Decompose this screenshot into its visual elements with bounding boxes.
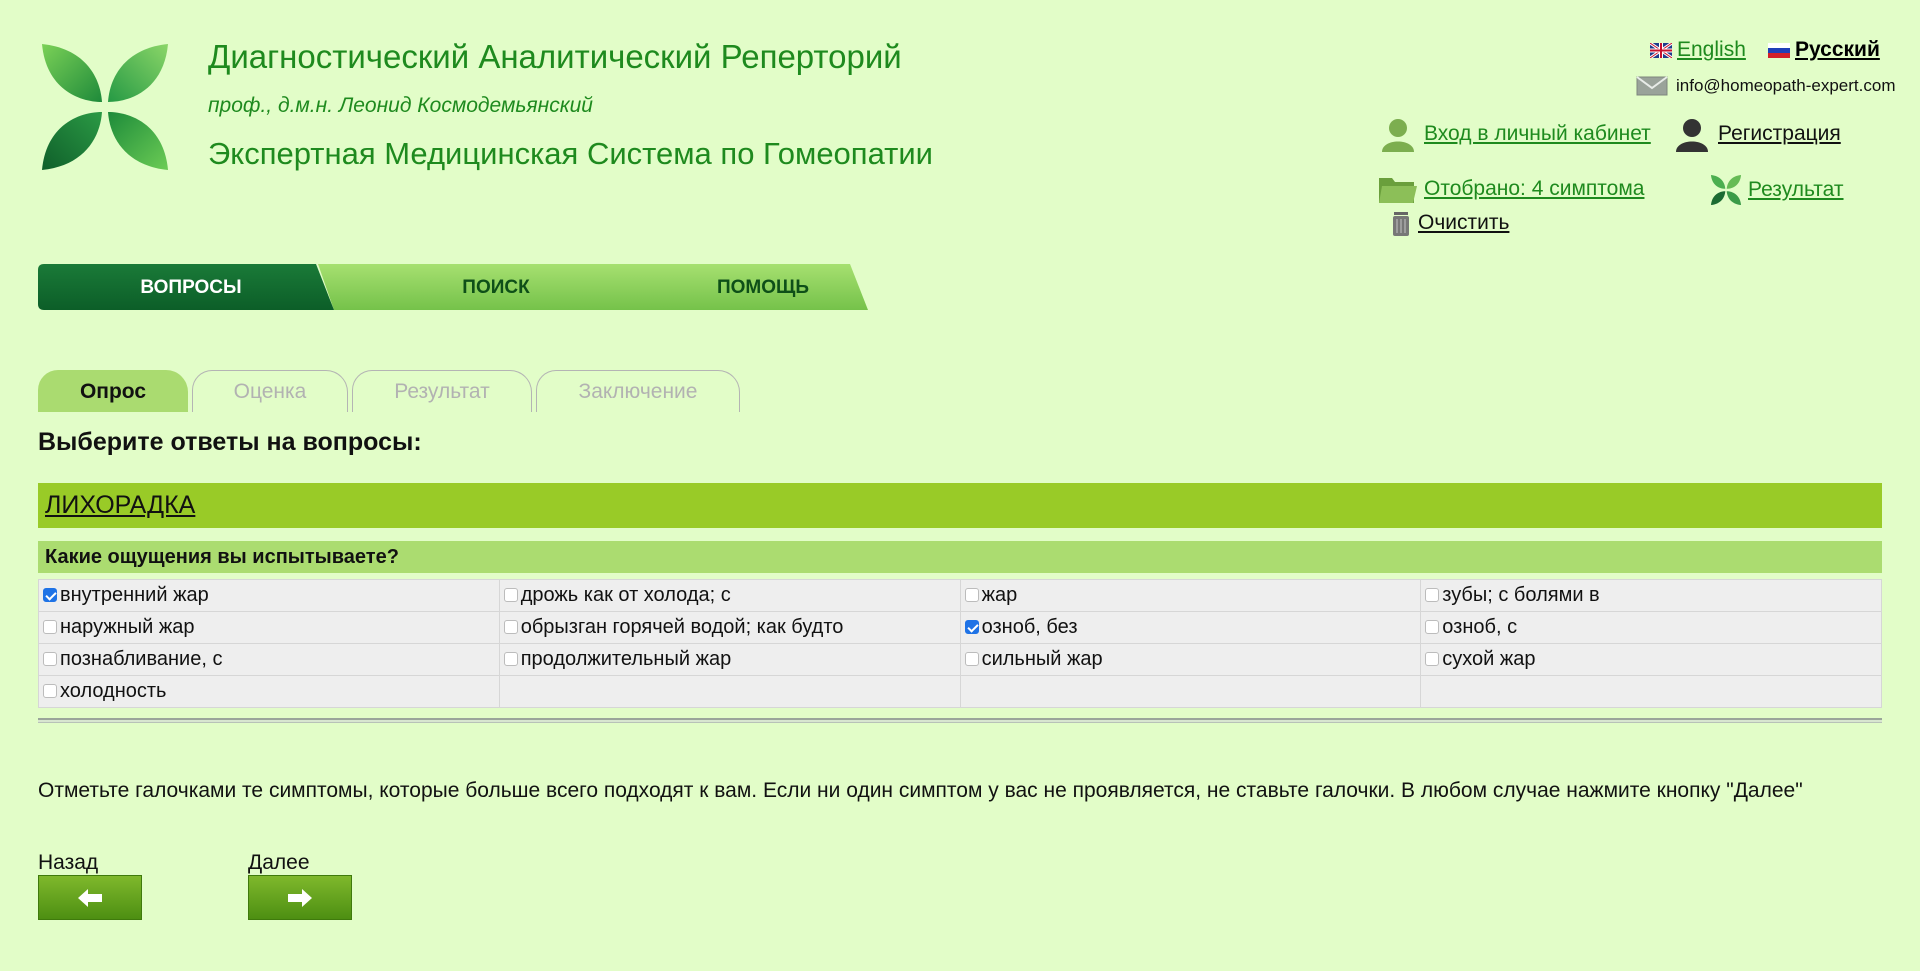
option-label[interactable]: дрожь как от холода; с: [521, 584, 731, 606]
table-row: наружный жар обрызган горячей водой; как…: [38, 611, 1882, 644]
trash-icon: [1393, 212, 1409, 236]
result-link[interactable]: Результат: [1710, 174, 1844, 206]
clear-label[interactable]: Очистить: [1418, 211, 1509, 235]
language-english[interactable]: English: [1650, 38, 1746, 62]
option-cell[interactable]: обрызган горячей водой; как будто: [498, 611, 961, 644]
option-label[interactable]: озноб, без: [982, 616, 1078, 638]
subtab-conclusion[interactable]: Заключение: [536, 370, 740, 412]
register-link[interactable]: Регистрация: [1672, 116, 1841, 152]
site-subtitle: Экспертная Медицинская Система по Гомеоп…: [208, 136, 933, 171]
checkbox[interactable]: [964, 588, 979, 602]
page-heading: Выберите ответы на вопросы:: [38, 428, 422, 456]
email-text[interactable]: info@homeopath-expert.com: [1676, 76, 1895, 96]
checkbox[interactable]: [43, 620, 57, 634]
option-cell[interactable]: озноб, без: [959, 611, 1422, 644]
empty-cell: [1420, 675, 1882, 708]
option-label[interactable]: жар: [982, 584, 1018, 606]
question-text: Какие ощущения вы испытываете?: [45, 546, 399, 568]
contact-email[interactable]: info@homeopath-expert.com: [1636, 76, 1895, 96]
empty-cell: [959, 675, 1422, 708]
option-cell[interactable]: продолжительный жар: [498, 643, 961, 676]
checkbox[interactable]: [964, 620, 979, 634]
arrow-left-icon: [78, 888, 102, 907]
option-cell[interactable]: внутренний жар: [38, 579, 500, 612]
option-label[interactable]: наружный жар: [60, 616, 194, 638]
option-cell[interactable]: дрожь как от холода; с: [498, 579, 961, 612]
login-link[interactable]: Вход в личный кабинет: [1378, 116, 1651, 152]
instruction-text: Отметьте галочками те симптомы, которые …: [38, 779, 1803, 802]
subtab-result[interactable]: Результат: [352, 370, 532, 412]
checkbox[interactable]: [1425, 620, 1440, 634]
symptom-options-table: внутренний жар дрожь как от холода; с жа…: [38, 579, 1882, 708]
russia-flag-icon: [1768, 42, 1790, 58]
arrow-right-icon: [288, 888, 312, 907]
option-label[interactable]: сухой жар: [1442, 648, 1535, 670]
subtab-evaluation[interactable]: Оценка: [192, 370, 348, 412]
site-logo: [42, 44, 168, 170]
section-title-link[interactable]: ЛИХОРАДКА: [45, 491, 195, 520]
clear-link[interactable]: Очистить: [1390, 210, 1509, 236]
table-row: познабливание, с продолжительный жар сил…: [38, 643, 1882, 676]
option-label[interactable]: озноб, с: [1442, 616, 1517, 638]
section-header: ЛИХОРАДКА: [38, 483, 1882, 528]
uk-flag-icon: [1650, 42, 1672, 58]
language-english-link[interactable]: English: [1677, 38, 1746, 62]
nav-tab-search[interactable]: ПОИСК: [356, 277, 636, 299]
checkbox[interactable]: [43, 588, 57, 602]
option-label[interactable]: познабливание, с: [60, 648, 222, 670]
checkbox[interactable]: [1425, 652, 1440, 666]
language-russian-link[interactable]: Русский: [1795, 38, 1880, 62]
back-label: Назад: [38, 851, 99, 874]
option-label[interactable]: холодность: [60, 680, 166, 702]
main-navigation: ВОПРОСЫ ПОИСК ПОМОЩЬ: [38, 264, 874, 310]
nav-tab-help[interactable]: ПОМОЩЬ: [628, 277, 898, 299]
option-cell[interactable]: холодность: [38, 675, 500, 708]
language-russian[interactable]: Русский: [1768, 38, 1880, 62]
option-label[interactable]: сильный жар: [982, 648, 1103, 670]
user-add-icon: [1676, 119, 1708, 152]
site-title: Диагностический Аналитический Реперторий: [208, 38, 902, 75]
option-label[interactable]: внутренний жар: [60, 584, 209, 606]
option-cell[interactable]: озноб, с: [1420, 611, 1882, 644]
option-cell[interactable]: сухой жар: [1420, 643, 1882, 676]
nav-tab-questions[interactable]: ВОПРОСЫ: [38, 277, 344, 299]
result-label[interactable]: Результат: [1748, 178, 1844, 202]
folder-icon: [1379, 178, 1417, 203]
option-cell[interactable]: познабливание, с: [38, 643, 500, 676]
empty-cell: [498, 675, 961, 708]
checkbox[interactable]: [1425, 588, 1440, 602]
checkbox[interactable]: [503, 652, 518, 666]
checkbox[interactable]: [503, 620, 518, 634]
selected-symptoms-label[interactable]: Отобрано: 4 симптома: [1424, 177, 1644, 201]
subtab-survey[interactable]: Опрос: [38, 370, 188, 412]
site-author: проф., д.м.н. Леонид Космодемьянский: [208, 94, 593, 117]
table-row: внутренний жар дрожь как от холода; с жа…: [38, 579, 1882, 612]
option-cell[interactable]: зубы; с болями в: [1420, 579, 1882, 612]
register-label[interactable]: Регистрация: [1718, 122, 1841, 146]
leaf-result-icon: [1710, 174, 1742, 206]
option-cell[interactable]: наружный жар: [38, 611, 500, 644]
login-label[interactable]: Вход в личный кабинет: [1424, 122, 1651, 146]
option-label[interactable]: обрызган горячей водой; как будто: [521, 616, 844, 638]
checkbox[interactable]: [43, 684, 57, 698]
option-label[interactable]: зубы; с болями в: [1442, 584, 1599, 606]
table-row: холодность: [38, 675, 1882, 708]
user-icon: [1382, 119, 1414, 152]
divider: [38, 718, 1882, 723]
checkbox[interactable]: [503, 588, 518, 602]
option-cell[interactable]: сильный жар: [959, 643, 1422, 676]
checkbox[interactable]: [43, 652, 57, 666]
back-button[interactable]: [38, 875, 142, 920]
checkbox[interactable]: [964, 652, 979, 666]
envelope-icon: [1636, 76, 1668, 96]
selected-symptoms-link[interactable]: Отобрано: 4 симптома: [1378, 174, 1644, 204]
next-button[interactable]: [248, 875, 352, 920]
question-header: Какие ощущения вы испытываете?: [38, 541, 1882, 573]
option-cell[interactable]: жар: [959, 579, 1422, 612]
next-label: Далее: [248, 851, 310, 874]
option-label[interactable]: продолжительный жар: [521, 648, 731, 670]
